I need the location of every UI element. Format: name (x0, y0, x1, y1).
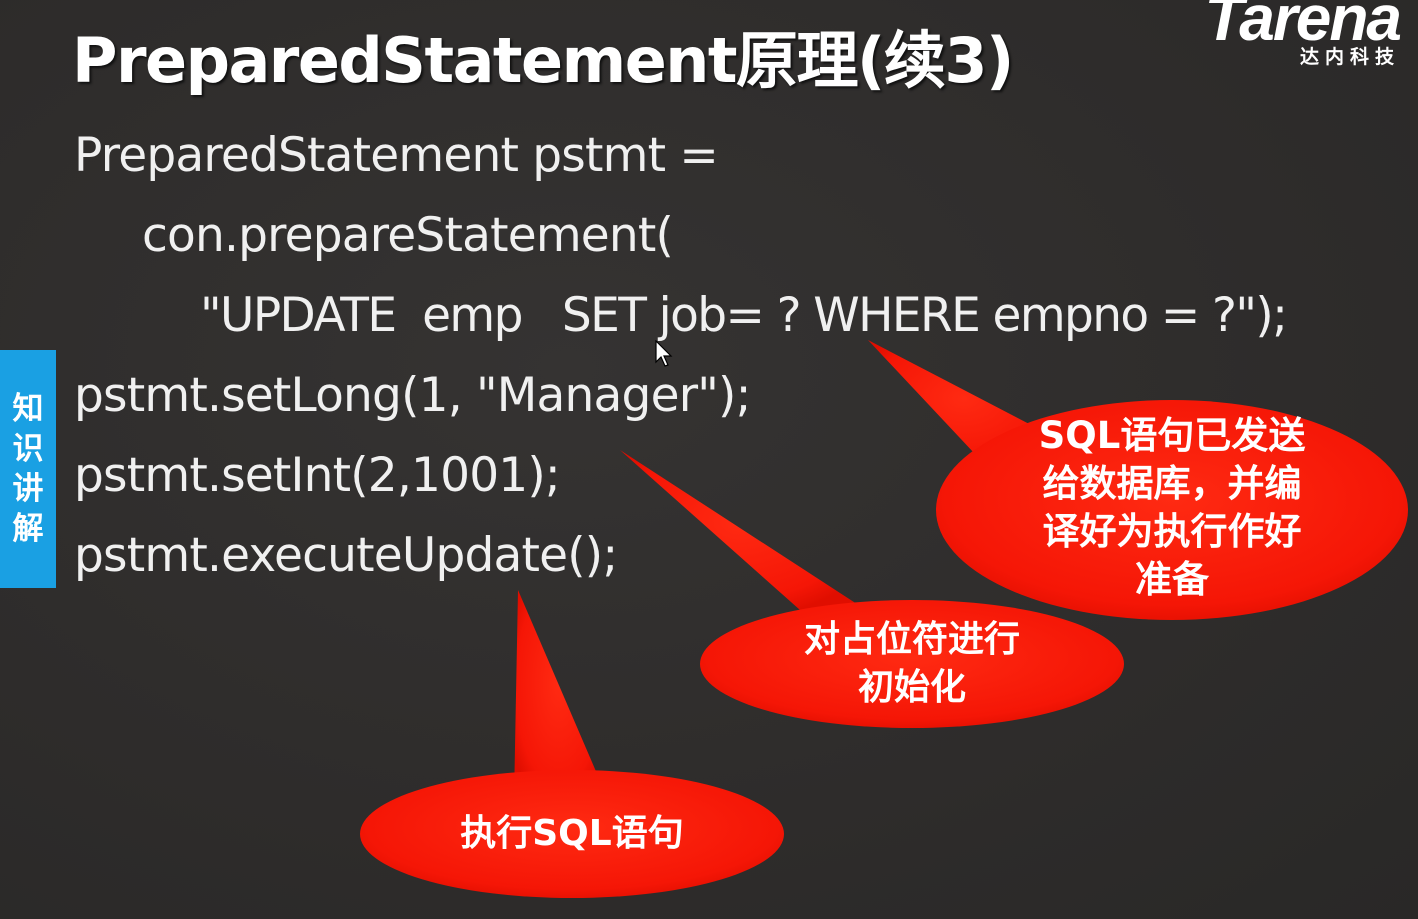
tarena-logo: Tarena 达内科技 (1150, 0, 1403, 69)
callout-sql-sent-line: 给数据库，并编 (1042, 462, 1302, 505)
callout-init-line: 初始化 (857, 667, 966, 708)
code-line-declaration: PreparedStatement pstmt = (74, 128, 719, 183)
callout-execute-sql: 执行SQL语句 (432, 810, 712, 858)
code-line-prepare: con.prepareStatement( (142, 208, 674, 263)
code-line-sql: "UPDATE emp SET job= ? WHERE empno = ?")… (200, 288, 1288, 343)
code-line-setint: pstmt.setInt(2,1001); (74, 448, 561, 503)
callout-sql-sent-line: 准备 (1135, 558, 1209, 601)
tab-char: 知 (12, 391, 44, 427)
callout-sql-sent-line: 译好为执行作好 (1042, 510, 1302, 553)
knowledge-tab: 知 识 讲 解 (0, 350, 56, 588)
tab-char: 解 (12, 511, 44, 547)
callout-execute-line: 执行SQL语句 (460, 813, 684, 854)
tab-char: 讲 (12, 471, 44, 507)
mouse-pointer-icon (655, 340, 673, 367)
callout-sql-sent-line: SQL语句已发送 (1038, 414, 1306, 457)
callout-init-placeholder: 对占位符进行 初始化 (772, 616, 1052, 712)
tab-char: 识 (12, 431, 44, 467)
code-line-execute: pstmt.executeUpdate(); (74, 528, 618, 583)
slide-title: PreparedStatement原理(续3) (72, 24, 1014, 97)
callout-sql-sent: SQL语句已发送 给数据库，并编 译好为执行作好 准备 (1022, 412, 1322, 604)
code-line-setlong: pstmt.setLong(1, "Manager"); (74, 368, 751, 423)
callout-init-line: 对占位符进行 (803, 619, 1020, 660)
slide-canvas: PreparedStatement原理(续3) Tarena 达内科技 知 识 … (0, 0, 1418, 919)
